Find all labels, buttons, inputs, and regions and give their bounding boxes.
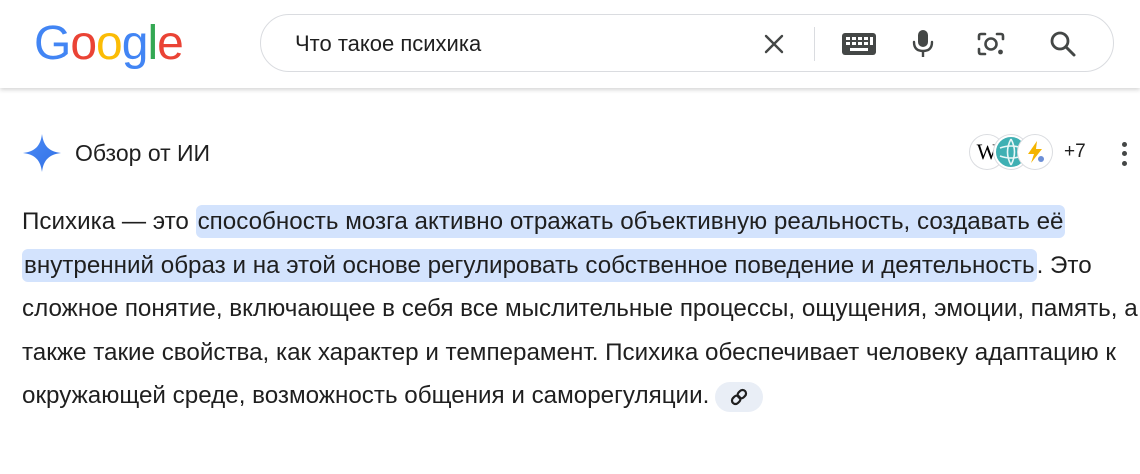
search-divider: [814, 27, 815, 61]
more-options-button[interactable]: [1112, 140, 1136, 168]
voice-search-button[interactable]: [907, 27, 939, 61]
microphone-icon: [912, 30, 934, 57]
lens-search-button[interactable]: [975, 27, 1007, 61]
ai-sparkle-icon: [23, 134, 61, 172]
source-link-button[interactable]: [715, 382, 764, 412]
top-bar: Google: [0, 0, 1140, 88]
search-button[interactable]: [1047, 27, 1079, 61]
camera-lens-icon: [977, 32, 1005, 56]
sources-count: +7: [1064, 141, 1086, 162]
page: Google Что такое психика Обзор от ИИ W +…: [0, 0, 1140, 474]
logo-letter: o: [70, 17, 97, 70]
google-logo[interactable]: Google: [34, 16, 184, 72]
search-icon: [1050, 31, 1076, 57]
search-input[interactable]: [295, 29, 735, 59]
clear-search-button[interactable]: [758, 27, 790, 61]
logo-letter: e: [157, 17, 184, 70]
lightning-icon: [1018, 135, 1052, 169]
keyboard-icon: [842, 33, 876, 55]
ai-overview-text: Психика — это способность мозга активно …: [22, 200, 1138, 418]
logo-letter: o: [96, 17, 123, 70]
text-lead: Психика — это: [22, 208, 196, 235]
logo-letter: l: [147, 17, 158, 70]
keyboard-button[interactable]: [839, 27, 879, 61]
sources-button[interactable]: W +7: [970, 134, 1086, 170]
logo-letter: g: [121, 17, 149, 70]
ai-overview-title: Обзор от ИИ: [75, 140, 211, 166]
close-icon: [764, 34, 784, 54]
search-box: [260, 14, 1114, 72]
logo-letter: G: [34, 17, 71, 70]
link-icon: [731, 388, 748, 406]
